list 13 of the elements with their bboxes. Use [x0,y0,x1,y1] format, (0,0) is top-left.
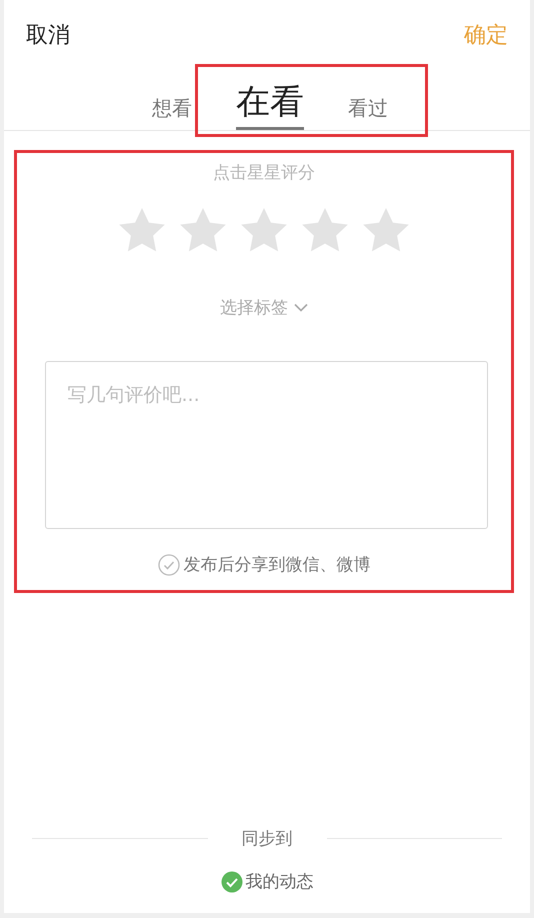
review-field[interactable]: 写几句评价吧... [44,361,488,529]
chevron-down-icon [294,303,308,312]
sync-label: 我的动态 [246,871,314,893]
checked-checkbox-icon[interactable] [220,870,242,892]
rating-hint: 点击星星评分 [213,162,315,184]
tab[interactable]: 在看 [236,79,304,130]
tag-selector[interactable]: 选择标签 [220,296,308,319]
checkbox-icon[interactable] [158,554,180,576]
tab[interactable]: 看过 [348,95,388,130]
cancel-button[interactable]: 取消 [26,20,70,50]
share-label: 发布后分享到微信、微博 [184,554,370,576]
tab[interactable]: 想看 [152,95,192,130]
sync-title: 同步到 [242,828,292,850]
